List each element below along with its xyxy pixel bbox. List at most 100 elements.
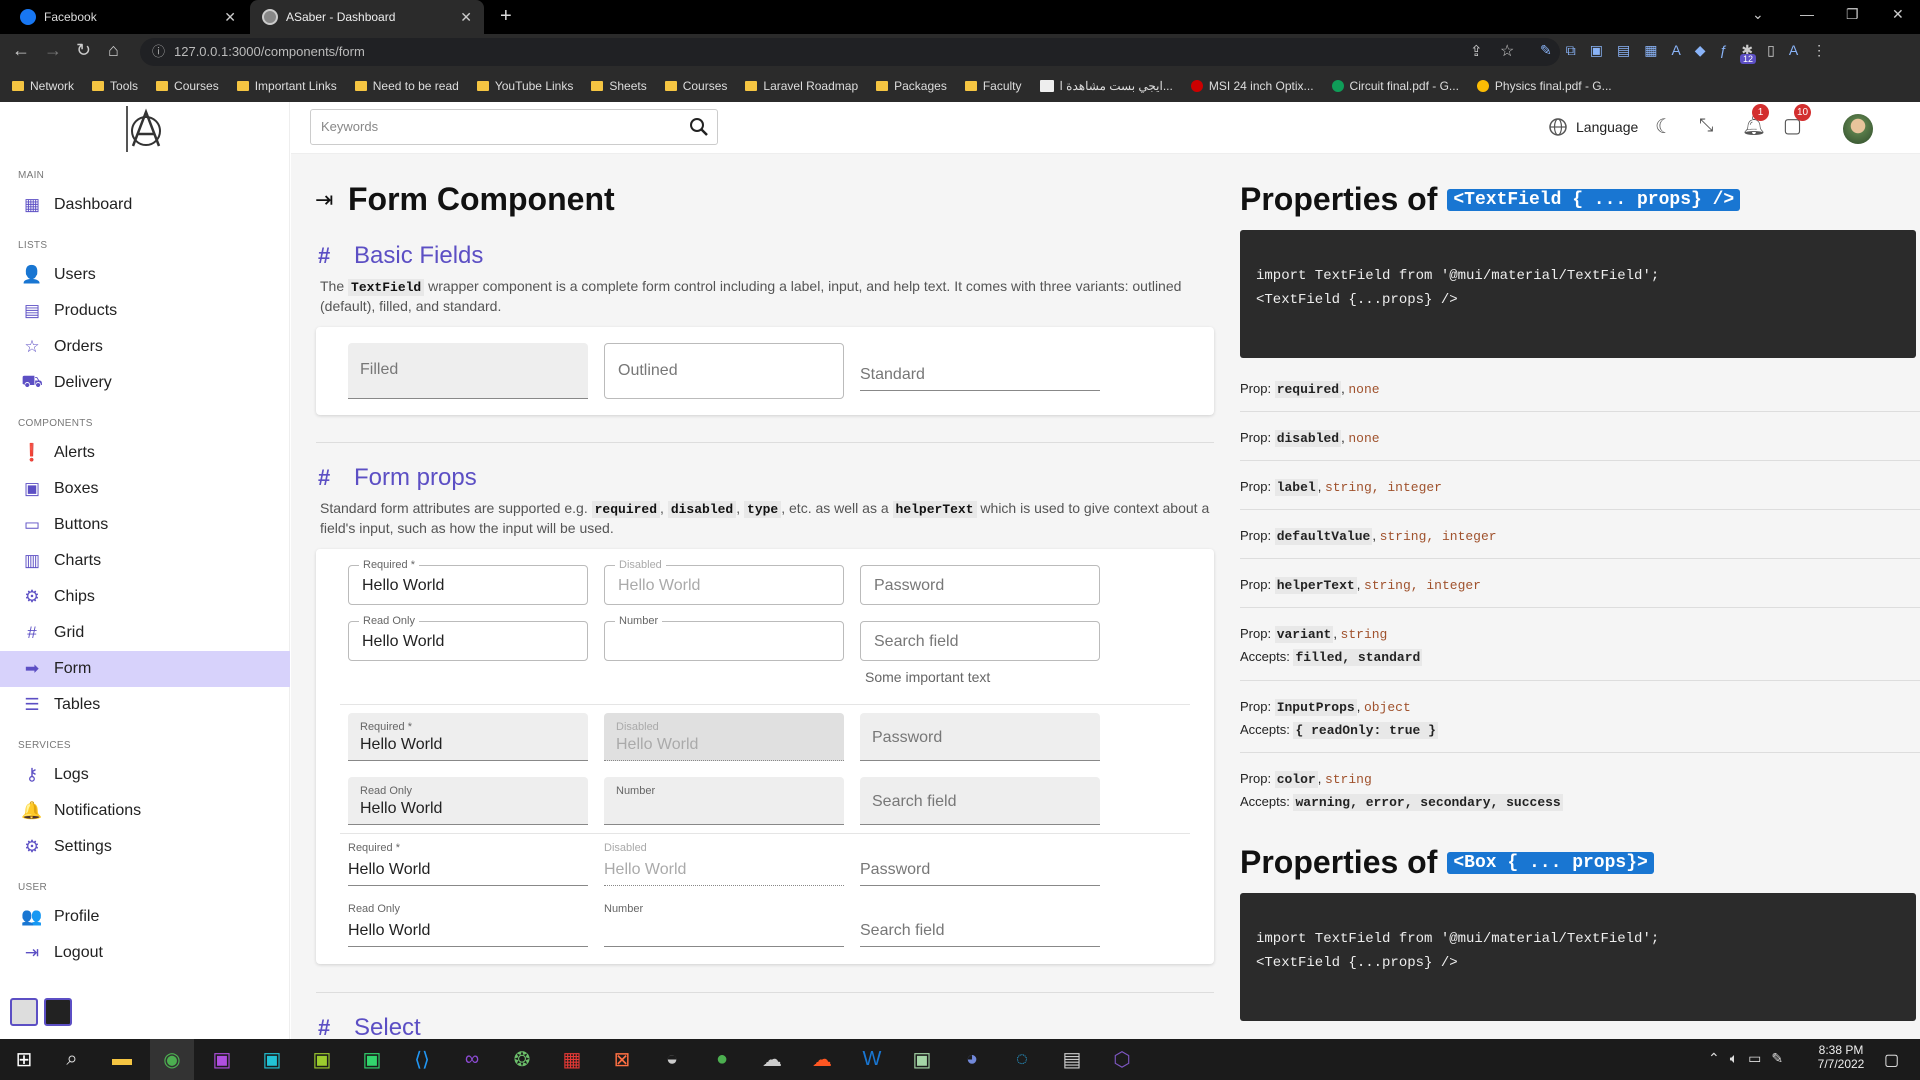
sidepanel-icon[interactable]: ▯ (1767, 42, 1775, 59)
bookmark-item[interactable]: Sheets (591, 79, 647, 93)
fullscreen-exit-icon[interactable]: ⤡ (1699, 115, 1713, 136)
forward-icon[interactable]: → (44, 40, 62, 61)
extension-icon[interactable]: ✎ (1540, 42, 1552, 59)
bookmark-item[interactable]: Courses (156, 79, 219, 93)
sidebar-item-alerts[interactable]: ❗ Alerts (0, 435, 290, 471)
search-standard-field[interactable]: Search field (860, 901, 1100, 947)
bookmark-star-icon[interactable]: ☆ (1500, 41, 1514, 61)
bookmark-item[interactable]: Laravel Roadmap (745, 79, 858, 93)
search-icon[interactable] (689, 117, 709, 137)
bookmark-item[interactable]: Need to be read (354, 79, 459, 93)
bookmark-item[interactable]: Circuit final.pdf - G... (1331, 79, 1459, 93)
bookmark-item[interactable]: Packages (876, 79, 947, 93)
search-outlined-field[interactable]: Search field (860, 621, 1100, 661)
discord-icon[interactable]: ◕ (950, 1039, 994, 1080)
required-standard-field[interactable]: Required * Hello World (348, 840, 588, 886)
filled-field[interactable]: Filled (348, 343, 588, 399)
sidebar-item-grid[interactable]: # Grid (0, 615, 290, 651)
number-filled-field[interactable]: Number (604, 777, 844, 825)
sidebar-item-orders[interactable]: ☆ Orders (0, 329, 290, 365)
bookmark-item[interactable]: Network (12, 79, 74, 93)
search-input[interactable]: Keywords (310, 109, 718, 145)
word-icon[interactable]: W (850, 1039, 894, 1080)
app-icon[interactable]: ❂ (500, 1039, 544, 1080)
vscode-icon[interactable]: ⟨⟩ (400, 1039, 444, 1080)
reload-icon[interactable]: ↻ (76, 40, 91, 61)
standard-field[interactable]: Standard (860, 355, 1100, 391)
extension-icon[interactable]: ◆ (1695, 42, 1706, 59)
password-standard-field[interactable]: Password (860, 840, 1100, 886)
bookmark-item[interactable]: Physics final.pdf - G... (1476, 79, 1612, 93)
minimize-button[interactable]: — (1800, 6, 1814, 22)
sidebar-item-logs[interactable]: ⚷ Logs (0, 757, 290, 793)
password-outlined-field[interactable]: Password (860, 565, 1100, 605)
soundcloud-icon[interactable]: ☁ (800, 1039, 844, 1080)
sidebar-item-charts[interactable]: ▥ Charts (0, 543, 290, 579)
pen-icon[interactable]: ✎ (1771, 1050, 1783, 1067)
bookmark-item[interactable]: MSI 24 inch Optix... (1190, 79, 1314, 93)
avatar[interactable] (1843, 114, 1873, 144)
sidebar-item-notifications[interactable]: 🔔 Notifications (0, 793, 290, 829)
app-icon[interactable]: ⬡ (1100, 1039, 1144, 1080)
outlined-field[interactable]: Outlined (604, 343, 844, 399)
tab-facebook[interactable]: Facebook ✕ (8, 0, 248, 34)
url-field[interactable]: ⓘ 127.0.0.1:3000/components/form (140, 38, 1560, 66)
extension-icon[interactable]: A (1671, 42, 1680, 59)
app-icon[interactable]: ☁ (750, 1039, 794, 1080)
sidebar-item-chips[interactable]: ⚙ Chips (0, 579, 290, 615)
office-icon[interactable]: ▦ (550, 1039, 594, 1080)
extension-icon[interactable]: ▦ (1644, 42, 1657, 59)
home-icon[interactable]: ⌂ (108, 40, 119, 61)
light-theme-swatch[interactable] (10, 998, 38, 1026)
new-tab-button[interactable]: + (500, 5, 512, 28)
search-filled-field[interactable]: Search field (860, 777, 1100, 825)
menu-dots-icon[interactable]: ⋮ (1812, 42, 1826, 59)
sidebar-item-logout[interactable]: ⇥ Logout (0, 935, 290, 971)
bookmark-item[interactable]: YouTube Links (476, 79, 573, 93)
volume-icon[interactable]: 🔈︎ (1730, 1050, 1738, 1067)
action-center-icon[interactable]: ▢ (1884, 1050, 1899, 1070)
readonly-filled-field[interactable]: Read Only Hello World (348, 777, 588, 825)
clion-icon[interactable]: ▣ (350, 1039, 394, 1080)
required-filled-field[interactable]: Required * Hello World (348, 713, 588, 761)
bookmark-item[interactable]: Tools (92, 79, 138, 93)
required-outlined-field[interactable]: Required * Hello World (348, 559, 588, 605)
search-icon[interactable]: ⌕ (50, 1039, 94, 1080)
chrome-icon[interactable]: ◉ (150, 1039, 194, 1080)
sidebar-item-profile[interactable]: 👥 Profile (0, 899, 290, 935)
close-tab-icon[interactable]: ✕ (224, 9, 236, 26)
number-standard-field[interactable]: Number (604, 901, 844, 947)
globe-icon[interactable] (1548, 117, 1568, 137)
bookmark-item[interactable]: Important Links (236, 79, 337, 93)
extension-icon[interactable]: ƒ (1720, 42, 1728, 59)
dark-theme-swatch[interactable] (44, 998, 72, 1026)
bookmark-item[interactable]: Courses (664, 79, 727, 93)
chevron-up-icon[interactable]: ⌃ (1708, 1050, 1720, 1067)
app-icon[interactable]: ● (700, 1039, 744, 1080)
translate-icon[interactable]: ⧉ (1566, 42, 1576, 59)
visual-studio-icon[interactable]: ∞ (450, 1039, 494, 1080)
app-icon[interactable]: ◒ (650, 1039, 694, 1080)
phpstorm-icon[interactable]: ▣ (200, 1039, 244, 1080)
number-outlined-field[interactable]: Number (604, 615, 844, 661)
sidebar-item-tables[interactable]: ☰ Tables (0, 687, 290, 723)
app-icon[interactable]: ▣ (900, 1039, 944, 1080)
tab-search-icon[interactable]: ⌄ (1752, 6, 1764, 23)
extension-icon[interactable]: ▣ (1590, 42, 1603, 59)
bookmark-item[interactable]: Faculty (964, 79, 1022, 93)
bookmark-item[interactable]: ايجي بست مشاهدة ا... (1039, 79, 1173, 93)
profile-icon[interactable]: A (1789, 42, 1798, 59)
sidebar-item-dashboard[interactable]: ▦ Dashboard (0, 187, 290, 223)
readonly-standard-field[interactable]: Read Only Hello World (348, 901, 588, 947)
webstorm-icon[interactable]: ▣ (250, 1039, 294, 1080)
app-icon[interactable]: ⊠ (600, 1039, 644, 1080)
sidebar-item-products[interactable]: ▤ Products (0, 293, 290, 329)
windows-start-icon[interactable]: ⊞ (2, 1039, 46, 1080)
sidebar-item-buttons[interactable]: ▭ Buttons (0, 507, 290, 543)
sidebar-item-boxes[interactable]: ▣ Boxes (0, 471, 290, 507)
pycharm-icon[interactable]: ▣ (300, 1039, 344, 1080)
share-icon[interactable]: ⇪ (1470, 42, 1483, 60)
clock[interactable]: 8:38 PM 7/7/2022 (1806, 1043, 1876, 1071)
dark-mode-icon[interactable]: ☾ (1655, 114, 1673, 139)
file-explorer-icon[interactable]: ▬ (100, 1039, 144, 1080)
